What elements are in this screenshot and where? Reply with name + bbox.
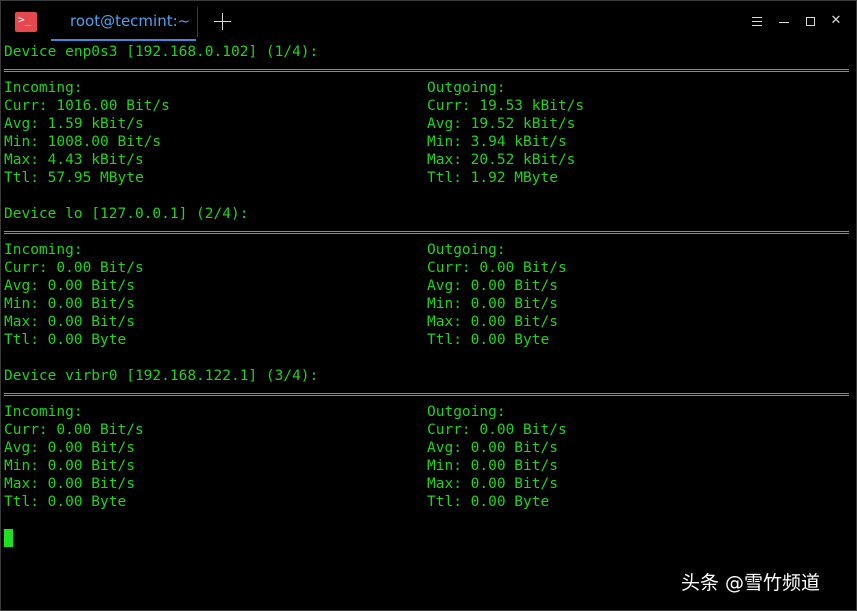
device-header: Device lo [127.0.0.1] (2/4): bbox=[4, 206, 249, 222]
outgoing-curr: Curr: 0.00 Bit/s bbox=[427, 260, 567, 276]
outgoing-min: Min: 3.94 kBit/s bbox=[427, 134, 567, 150]
stats-row: Max: 0.00 Bit/s Max: 0.00 Bit/s bbox=[4, 475, 854, 493]
outgoing-curr: Curr: 19.53 kBit/s bbox=[427, 98, 585, 114]
incoming-title: Incoming: bbox=[4, 80, 83, 96]
outgoing-avg: Avg: 19.52 kBit/s bbox=[427, 116, 576, 132]
separator-rule bbox=[4, 223, 854, 241]
device-header: Device enp0s3 [192.168.0.102] (1/4): bbox=[4, 44, 319, 60]
tab-divider bbox=[197, 7, 198, 37]
incoming-max: Max: 0.00 Bit/s bbox=[4, 476, 135, 492]
menu-hamburger-icon[interactable] bbox=[749, 13, 765, 29]
stats-row: Curr: 0.00 Bit/s Curr: 0.00 Bit/s bbox=[4, 259, 854, 277]
outgoing-min: Min: 0.00 Bit/s bbox=[427, 458, 558, 474]
stats-row: Avg: 0.00 Bit/s Avg: 0.00 Bit/s bbox=[4, 277, 854, 295]
outgoing-title: Outgoing: bbox=[427, 404, 506, 420]
incoming-min: Min: 0.00 Bit/s bbox=[4, 458, 135, 474]
incoming-min: Min: 0.00 Bit/s bbox=[4, 296, 135, 312]
outgoing-max: Max: 0.00 Bit/s bbox=[427, 476, 558, 492]
outgoing-min: Min: 0.00 Bit/s bbox=[427, 296, 558, 312]
incoming-max: Max: 0.00 Bit/s bbox=[4, 314, 135, 330]
maximize-icon[interactable] bbox=[802, 13, 818, 29]
outgoing-title: Outgoing: bbox=[427, 80, 506, 96]
terminal-cursor bbox=[4, 529, 13, 547]
incoming-curr: Curr: 1016.00 Bit/s bbox=[4, 98, 170, 114]
stats-row: Incoming: Outgoing: bbox=[4, 79, 854, 97]
incoming-avg: Avg: 0.00 Bit/s bbox=[4, 278, 135, 294]
incoming-curr: Curr: 0.00 Bit/s bbox=[4, 260, 144, 276]
terminal-window: >_ root@tecmint:~ ✕ Device enp0s3 [192.1… bbox=[0, 0, 857, 611]
stats-row: Incoming: Outgoing: bbox=[4, 403, 854, 421]
device-header: Device virbr0 [192.168.122.1] (3/4): bbox=[4, 368, 319, 384]
outgoing-avg: Avg: 0.00 Bit/s bbox=[427, 278, 558, 294]
outgoing-title: Outgoing: bbox=[427, 242, 506, 258]
outgoing-ttl: Ttl: 0.00 Byte bbox=[427, 494, 550, 510]
minimize-icon[interactable] bbox=[776, 13, 792, 29]
terminal-app-icon-glyph: >_ bbox=[18, 13, 32, 26]
terminal-app-icon: >_ bbox=[15, 12, 37, 32]
watermark: 头条 @雪竹频道 bbox=[681, 572, 821, 594]
incoming-avg: Avg: 0.00 Bit/s bbox=[4, 440, 135, 456]
outgoing-curr: Curr: 0.00 Bit/s bbox=[427, 422, 567, 438]
incoming-ttl: Ttl: 0.00 Byte bbox=[4, 494, 127, 510]
new-tab-plus-icon[interactable] bbox=[211, 10, 235, 34]
incoming-ttl: Ttl: 0.00 Byte bbox=[4, 332, 127, 348]
incoming-title: Incoming: bbox=[4, 242, 83, 258]
incoming-title: Incoming: bbox=[4, 404, 83, 420]
stats-row: Avg: 0.00 Bit/s Avg: 0.00 Bit/s bbox=[4, 439, 854, 457]
outgoing-max: Max: 0.00 Bit/s bbox=[427, 314, 558, 330]
outgoing-ttl: Ttl: 0.00 Byte bbox=[427, 332, 550, 348]
outgoing-ttl: Ttl: 1.92 MByte bbox=[427, 170, 558, 186]
terminal-output[interactable]: Device enp0s3 [192.168.0.102] (1/4): Inc… bbox=[4, 43, 854, 511]
stats-row: Max: 0.00 Bit/s Max: 0.00 Bit/s bbox=[4, 313, 854, 331]
outgoing-max: Max: 20.52 kBit/s bbox=[427, 152, 576, 168]
incoming-curr: Curr: 0.00 Bit/s bbox=[4, 422, 144, 438]
separator-rule bbox=[4, 385, 854, 403]
stats-row: Ttl: 0.00 Byte Ttl: 0.00 Byte bbox=[4, 493, 854, 511]
stats-row: Avg: 1.59 kBit/s Avg: 19.52 kBit/s bbox=[4, 115, 854, 133]
stats-row: Ttl: 0.00 Byte Ttl: 0.00 Byte bbox=[4, 331, 854, 349]
incoming-ttl: Ttl: 57.95 MByte bbox=[4, 170, 144, 186]
outgoing-avg: Avg: 0.00 Bit/s bbox=[427, 440, 558, 456]
stats-row: Curr: 0.00 Bit/s Curr: 0.00 Bit/s bbox=[4, 421, 854, 439]
stats-row: Min: 0.00 Bit/s Min: 0.00 Bit/s bbox=[4, 457, 854, 475]
tab-root-tecmint[interactable]: root@tecmint:~ bbox=[51, 1, 196, 41]
stats-row: Ttl: 57.95 MByte Ttl: 1.92 MByte bbox=[4, 169, 854, 187]
stats-row: Incoming: Outgoing: bbox=[4, 241, 854, 259]
incoming-avg: Avg: 1.59 kBit/s bbox=[4, 116, 144, 132]
stats-row: Min: 1008.00 Bit/s Min: 3.94 kBit/s bbox=[4, 133, 854, 151]
stats-row: Curr: 1016.00 Bit/s Curr: 19.53 kBit/s bbox=[4, 97, 854, 115]
incoming-min: Min: 1008.00 Bit/s bbox=[4, 134, 162, 150]
incoming-max: Max: 4.43 kBit/s bbox=[4, 152, 144, 168]
stats-row: Max: 4.43 kBit/s Max: 20.52 kBit/s bbox=[4, 151, 854, 169]
stats-row: Min: 0.00 Bit/s Min: 0.00 Bit/s bbox=[4, 295, 854, 313]
title-bar: >_ root@tecmint:~ ✕ bbox=[1, 1, 856, 41]
tab-label: root@tecmint:~ bbox=[70, 12, 191, 30]
close-icon[interactable]: ✕ bbox=[828, 13, 844, 29]
separator-rule bbox=[4, 61, 854, 79]
